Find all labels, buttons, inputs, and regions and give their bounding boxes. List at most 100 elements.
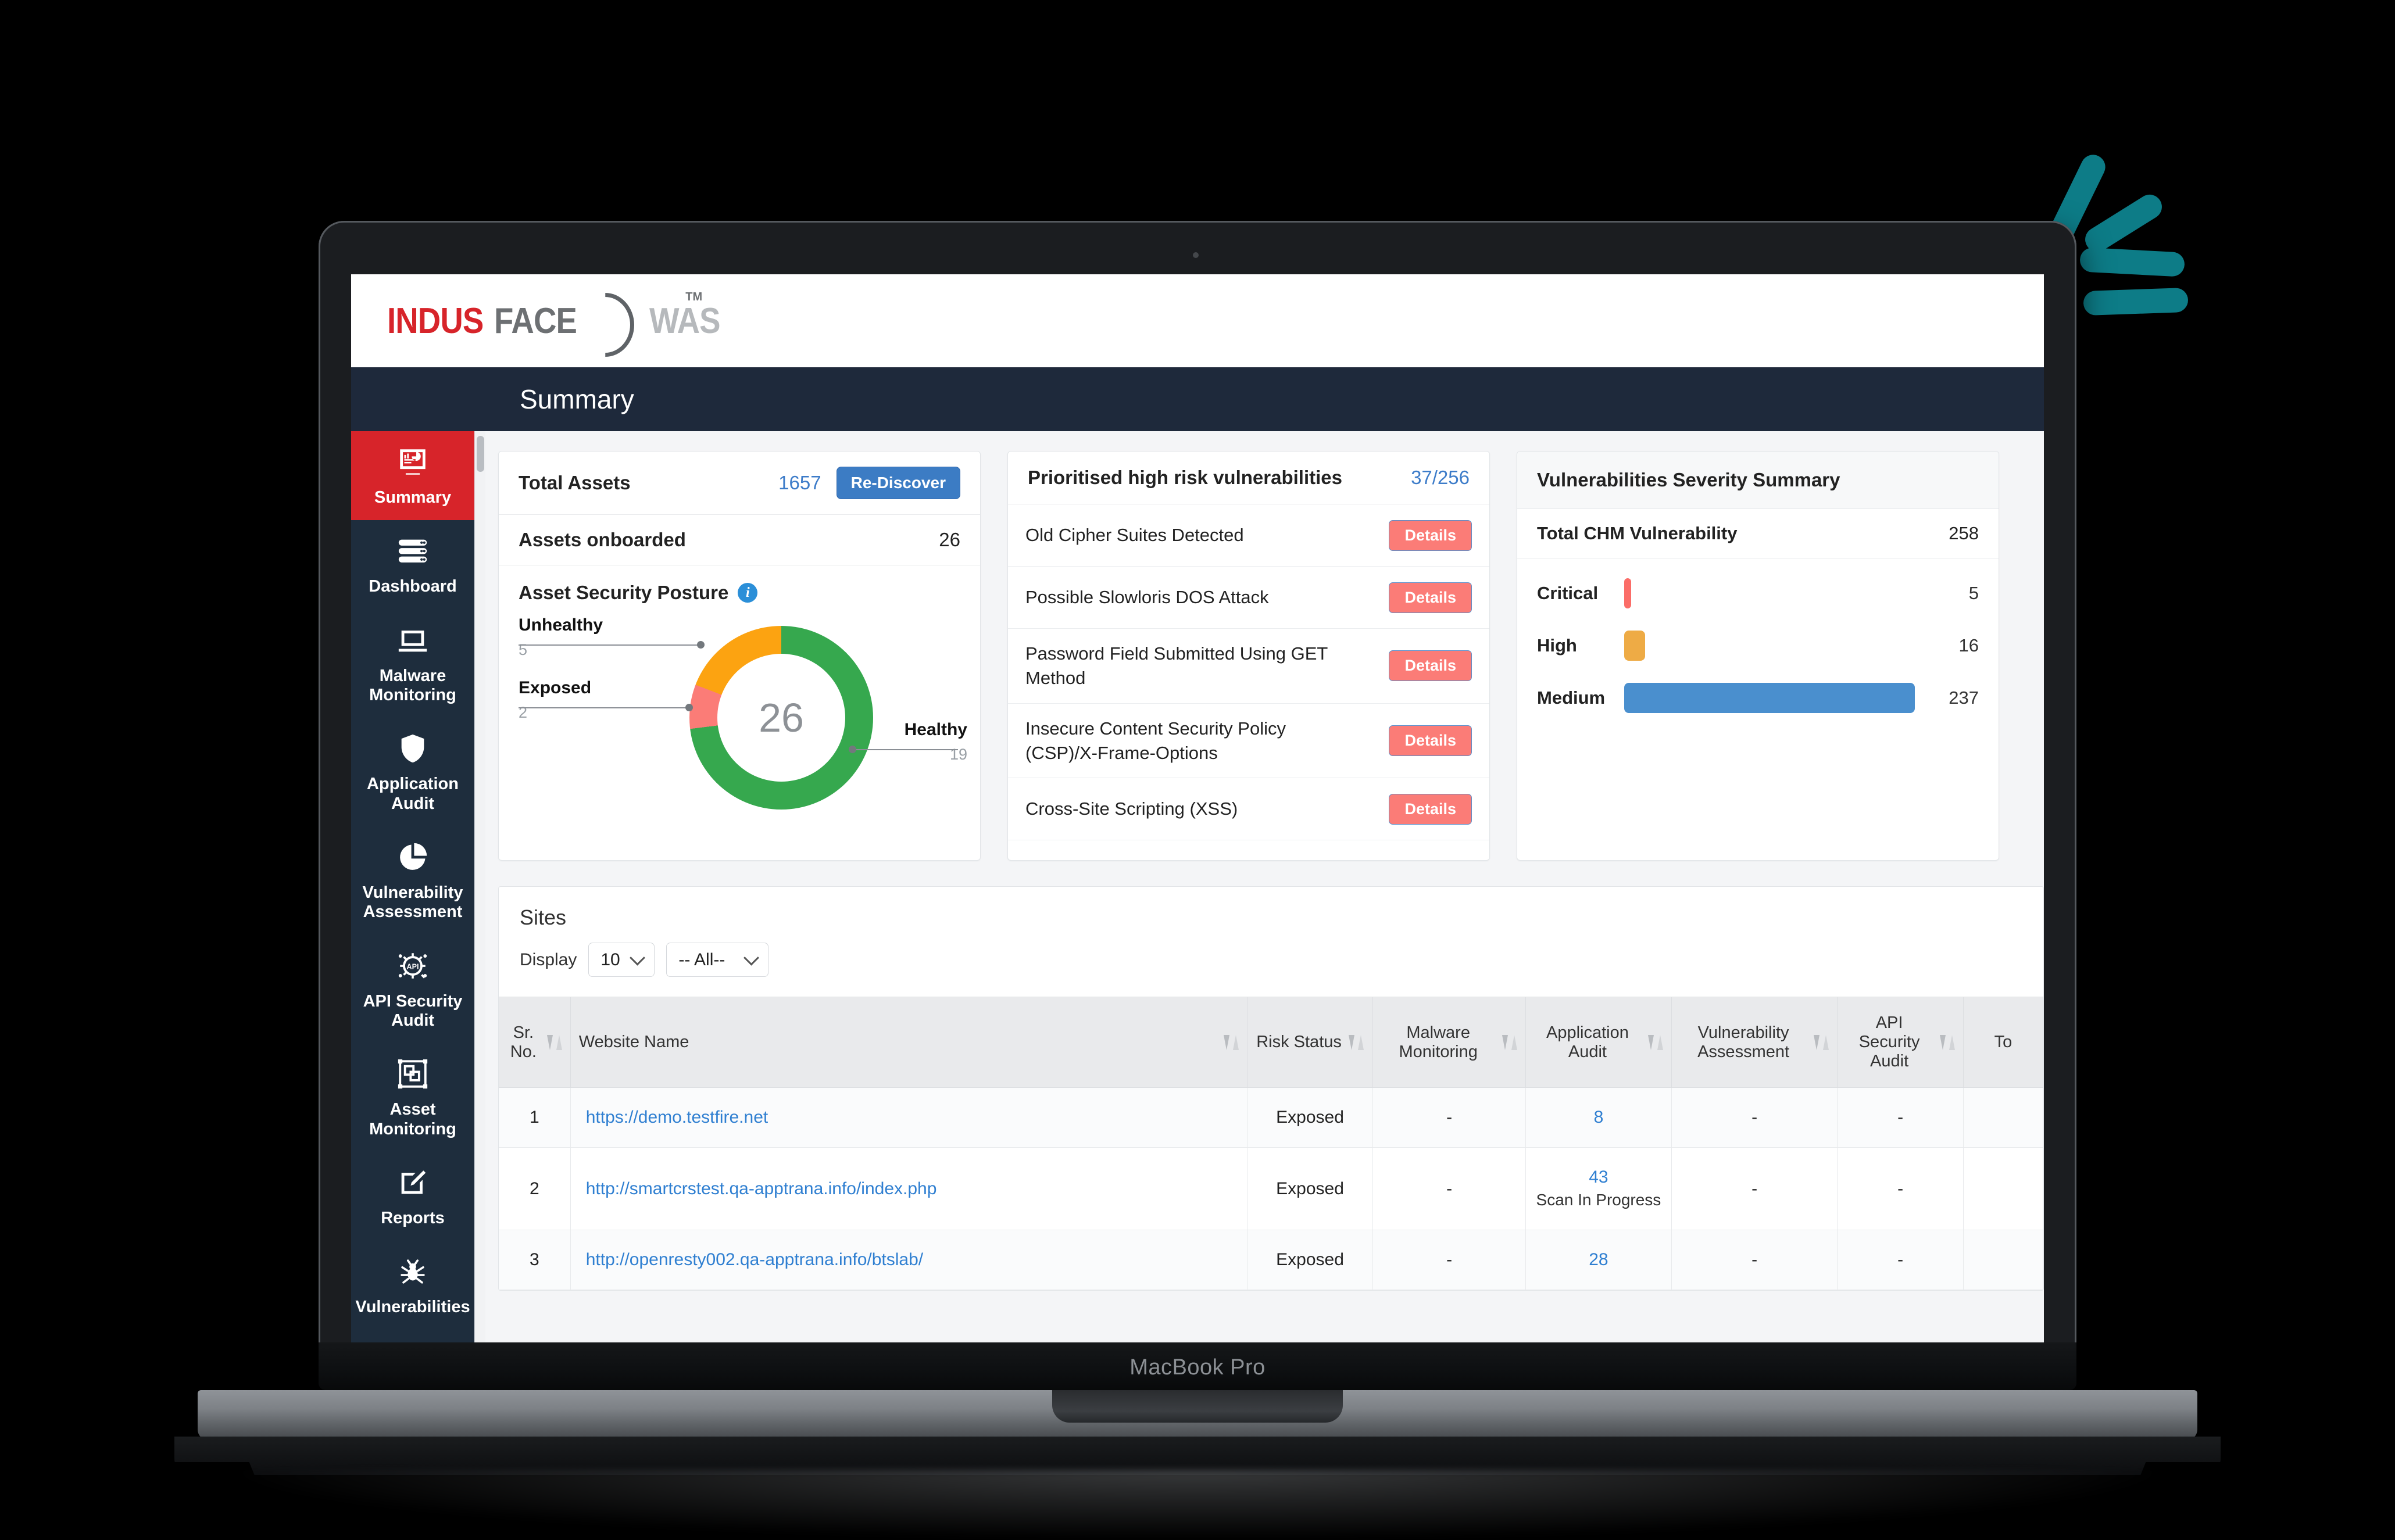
website-link[interactable]: http://smartcrstest.qa-apptrana.info/ind… (586, 1179, 937, 1198)
col-risk-status-label: Risk Status (1256, 1033, 1342, 1052)
sites-table: Sr. No. Website Name Risk Status Malware… (499, 997, 2043, 1291)
col-risk-status[interactable]: Risk Status (1247, 997, 1374, 1088)
col-website-name[interactable]: Website Name (570, 997, 1247, 1088)
total-assets-label: Total Assets (519, 472, 631, 493)
cell-malware: - (1372, 1087, 1526, 1148)
sidebar-item-label: Vulnerabilities (355, 1298, 470, 1317)
content-scrollbar-track[interactable] (475, 431, 485, 1342)
website-link[interactable]: http://openresty002.qa-apptrana.info/bts… (586, 1250, 923, 1269)
donut-legend-unhealthy-label: Unhealthy (519, 615, 603, 635)
cell-malware: - (1372, 1147, 1526, 1231)
assets-onboarded-label: Assets onboarded (519, 529, 686, 550)
sort-icon[interactable] (1814, 1033, 1829, 1052)
severity-summary-title: Vulnerabilities Severity Summary (1517, 452, 1999, 509)
severity-value-critical: 5 (1968, 583, 1979, 603)
col-api-security-audit[interactable]: API Security Audit (1837, 997, 1964, 1088)
page-size-select[interactable]: 10 (588, 943, 655, 977)
details-button[interactable]: Details (1389, 793, 1472, 825)
severity-bar-track-critical (1624, 578, 1915, 608)
site-filter-select[interactable]: -- All-- (666, 943, 769, 977)
sidebar-item-label: API Security Audit (363, 991, 463, 1030)
cell-vulnerability-assessment: - (1671, 1230, 1838, 1291)
sidebar-item-asset-monitoring[interactable]: Asset Monitoring (351, 1043, 474, 1152)
info-icon[interactable]: i (738, 583, 758, 603)
page-header-bar: Summary (351, 367, 2044, 431)
application-audit-link[interactable]: 28 (1589, 1250, 1608, 1269)
total-chm-label: Total CHM Vulnerability (1537, 523, 1738, 543)
col-total-label: To (1994, 1033, 2012, 1052)
sidebar-item-label: Vulnerability Assessment (362, 883, 463, 922)
sidebar-item-summary[interactable]: Summary (351, 431, 474, 521)
leader-line-unhealthy (519, 644, 701, 646)
sort-icon[interactable] (1348, 1033, 1364, 1052)
website-link[interactable]: https://demo.testfire.net (586, 1108, 768, 1127)
application-audit-link[interactable]: 8 (1594, 1108, 1604, 1127)
leader-line-healthy (852, 749, 958, 750)
cell-total (1963, 1147, 2043, 1231)
cell-vulnerability-assessment: - (1671, 1087, 1838, 1148)
severity-bar-high (1624, 631, 1645, 661)
prioritised-vulnerabilities-count: 37/256 (1411, 467, 1470, 488)
sidebar-item-vulnerability-assessment[interactable]: Vulnerability Assessment (351, 826, 474, 935)
col-total-truncated[interactable]: To (1963, 997, 2043, 1088)
col-vulnerability-assessment[interactable]: Vulnerability Assessment (1671, 997, 1838, 1088)
laptop-screen: INDUS FACE TM WAS Summary Summary Dashbo… (351, 274, 2044, 1342)
sort-icon[interactable] (1647, 1033, 1663, 1052)
col-website-name-label: Website Name (578, 1033, 689, 1052)
sidebar-item-label: Asset Monitoring (369, 1100, 456, 1138)
sidebar-item-dashboard[interactable]: Dashboard (351, 520, 474, 609)
sidebar-item-vulnerabilities[interactable]: Vulnerabilities (351, 1241, 474, 1330)
laptop-base-foot (174, 1437, 2221, 1475)
re-discover-button[interactable]: Re-Discover (836, 467, 960, 499)
col-api-security-audit-label: API Security Audit (1858, 1013, 1920, 1071)
content-scrollbar-thumb[interactable] (477, 436, 484, 472)
sidebar-item-label: Reports (381, 1209, 445, 1228)
cell-sr-no: 1 (499, 1087, 571, 1148)
total-chm-vulnerability-row: Total CHM Vulnerability 258 (1517, 509, 1999, 558)
vulnerability-name: Password Field Submitted Using GET Metho… (1025, 643, 1328, 688)
cell-api-security-audit: - (1837, 1087, 1964, 1148)
donut-legend-unhealthy-value: 5 (519, 641, 528, 658)
severity-row-critical: Critical 5 (1537, 578, 1979, 608)
cell-application-audit: 8 (1525, 1087, 1672, 1148)
was-application: INDUS FACE TM WAS Summary Summary Dashbo… (351, 274, 2044, 1342)
cell-vulnerability-assessment: - (1671, 1147, 1838, 1231)
cell-risk-status: Exposed (1247, 1230, 1374, 1291)
sort-icon[interactable] (1223, 1033, 1239, 1052)
severity-label-high: High (1537, 635, 1577, 656)
indusface-was-logo: INDUS FACE TM WAS (387, 291, 730, 348)
cell-risk-status: Exposed (1247, 1087, 1374, 1148)
cell-website: http://smartcrstest.qa-apptrana.info/ind… (570, 1147, 1247, 1231)
asset-frame-icon (395, 1056, 431, 1092)
donut-center-value: 26 (759, 695, 804, 740)
details-button[interactable]: Details (1389, 725, 1472, 757)
display-label: Display (520, 950, 577, 969)
application-audit-link[interactable]: 43 (1589, 1167, 1608, 1187)
total-assets-card: Total Assets 1657 Re-Discover Assets onb… (498, 451, 981, 861)
sort-icon[interactable] (1940, 1033, 1955, 1052)
sidebar-item-label: Application Audit (367, 775, 459, 813)
donut-legend-healthy-value: 19 (949, 746, 967, 763)
sort-icon[interactable] (546, 1033, 562, 1052)
sidebar-item-malware-monitoring[interactable]: Malware Monitoring (351, 610, 474, 718)
app-body: Summary Dashboard Malware Monitoring App… (351, 431, 2044, 1342)
details-button[interactable]: Details (1389, 582, 1472, 613)
sort-icon[interactable] (1502, 1033, 1517, 1052)
prioritised-vulnerabilities-card: Prioritised high risk vulnerabilities 37… (1007, 451, 1490, 861)
sidebar-item-application-audit[interactable]: Application Audit (351, 718, 474, 826)
sidebar-item-api-security-audit[interactable]: API API Security Audit (351, 935, 474, 1044)
cell-api-security-audit: - (1837, 1147, 1964, 1231)
col-sr-no[interactable]: Sr. No. (499, 997, 571, 1088)
details-button[interactable]: Details (1389, 650, 1472, 682)
table-row: 1 https://demo.testfire.net Exposed - 8 … (499, 1087, 2043, 1148)
cell-application-audit: 28 (1525, 1230, 1672, 1291)
col-malware-monitoring[interactable]: Malware Monitoring (1372, 997, 1526, 1088)
vulnerability-name: Old Cipher Suites Detected (1025, 525, 1244, 546)
details-button[interactable]: Details (1389, 520, 1472, 551)
col-application-audit[interactable]: Application Audit (1525, 997, 1672, 1088)
shield-icon (395, 730, 431, 767)
svg-text:API: API (407, 962, 419, 970)
sidebar-item-reports[interactable]: Reports (351, 1152, 474, 1241)
scene: INDUS FACE TM WAS Summary Summary Dashbo… (0, 0, 2395, 1540)
donut-legend-exposed-label: Exposed (519, 678, 592, 697)
